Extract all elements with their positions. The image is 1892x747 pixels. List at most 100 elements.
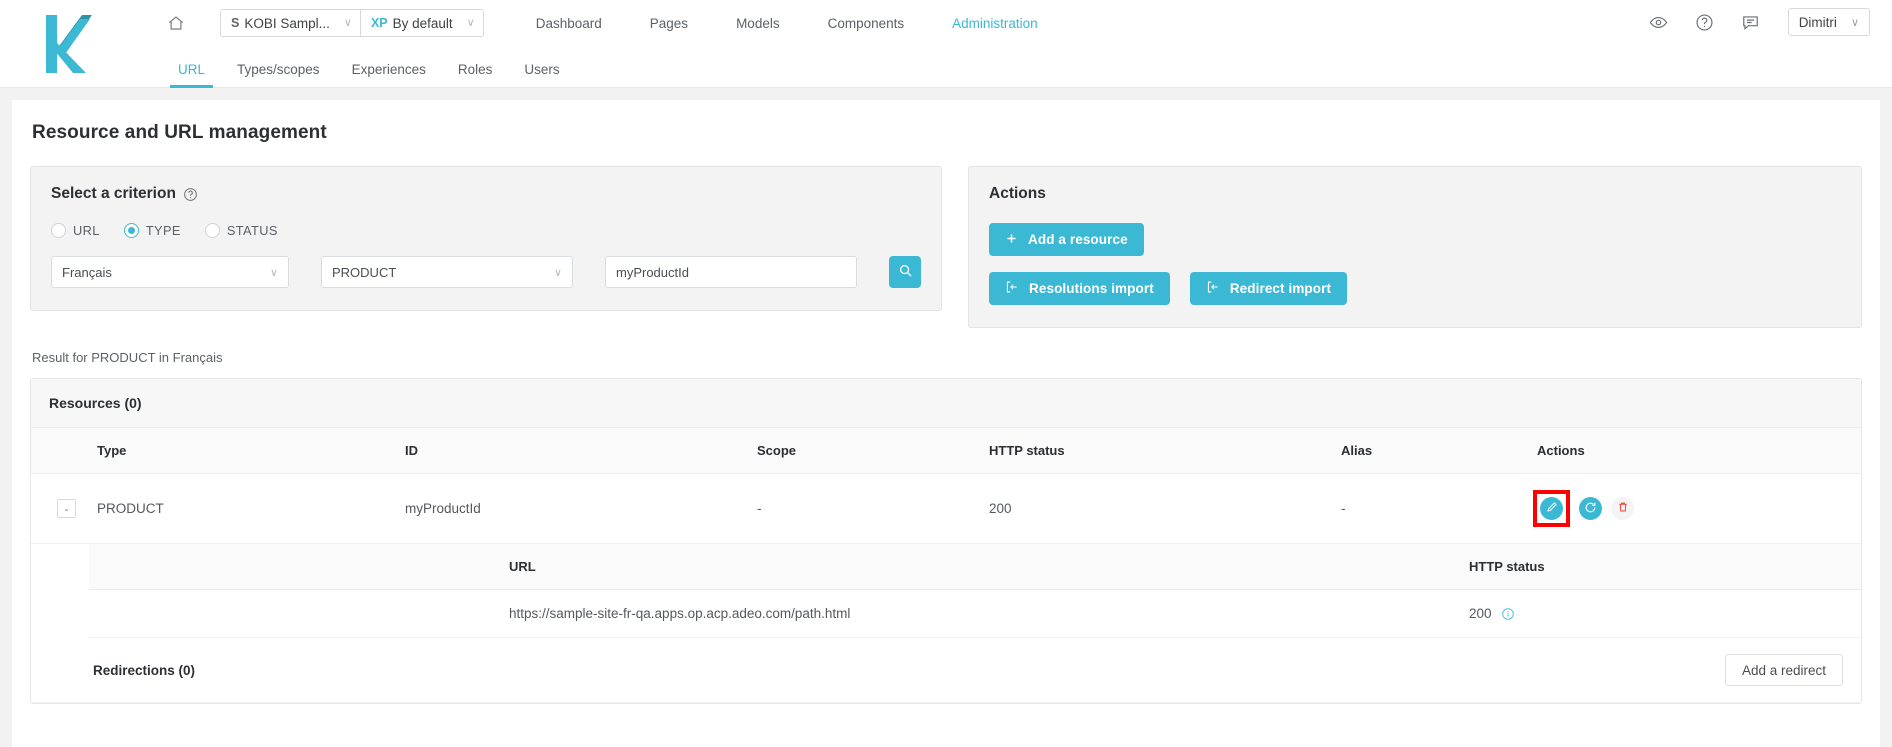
resource-id-value: myProductId	[616, 264, 689, 280]
col-header-http-status: HTTP status	[989, 428, 1341, 474]
criterion-radio-group: URL TYPE STATUS	[51, 223, 921, 238]
actions-row-primary: Add a resource	[989, 223, 1841, 256]
resolutions-import-button[interactable]: Resolutions import	[989, 272, 1170, 305]
radio-url-dot	[51, 223, 66, 238]
radio-status[interactable]: STATUS	[204, 223, 278, 238]
row-actions	[1533, 490, 1861, 527]
row-collapse-toggle[interactable]: -	[57, 499, 76, 518]
url-subtable-header-row: URL HTTP status	[89, 544, 1861, 590]
tab-types-scopes[interactable]: Types/scopes	[221, 62, 336, 88]
chevron-down-icon: ∨	[269, 266, 278, 279]
cell-http-status: 200	[989, 473, 1341, 544]
experience-selector-label: By default	[392, 15, 453, 31]
feedback-icon[interactable]	[1740, 11, 1762, 33]
cell-scope: -	[757, 473, 989, 544]
criterion-filter-row: Français ∨ PRODUCT ∨ myProductId	[51, 256, 921, 288]
top-bar-actions: Dimitri ∨	[1648, 8, 1870, 36]
nav-item-dashboard[interactable]: Dashboard	[512, 16, 626, 31]
plus-icon	[1005, 232, 1018, 248]
table-row: - PRODUCT myProductId - 200 -	[31, 473, 1861, 544]
actions-row-imports: Resolutions import Redirect import	[989, 272, 1841, 305]
eye-icon[interactable]	[1648, 11, 1670, 33]
tab-url[interactable]: URL	[162, 62, 221, 88]
redirect-import-label: Redirect import	[1229, 281, 1332, 296]
col-header-type: Type	[97, 428, 405, 474]
edit-resource-button[interactable]	[1540, 497, 1563, 520]
page-content: Resource and URL management Select a cri…	[12, 100, 1880, 747]
resolutions-import-label: Resolutions import	[1029, 281, 1154, 296]
add-resource-button[interactable]: Add a resource	[989, 223, 1144, 256]
chevron-down-icon: ∨	[343, 16, 352, 29]
actions-heading: Actions	[989, 185, 1841, 203]
col-header-actions: Actions	[1537, 428, 1861, 474]
nav-item-components[interactable]: Components	[804, 16, 929, 31]
site-selector-tag: S	[231, 16, 240, 30]
tab-users[interactable]: Users	[508, 62, 575, 88]
resource-id-input[interactable]: myProductId	[605, 256, 857, 288]
top-bar: S KOBI Sampl... ∨ XP By default ∨ Dashbo…	[0, 0, 1892, 88]
user-name: Dimitri	[1798, 14, 1837, 30]
col-header-scope: Scope	[757, 428, 989, 474]
radio-type-dot	[123, 223, 139, 238]
delete-resource-button[interactable]	[1611, 497, 1634, 520]
resources-card: Resources (0) Type ID Scope HTTP status …	[30, 378, 1862, 704]
search-button[interactable]	[889, 256, 921, 288]
experience-selector[interactable]: XP By default ∨	[359, 10, 483, 36]
app-logo[interactable]	[0, 0, 132, 88]
panels-row: Select a criterion URL TYPE STATUS Franç…	[30, 166, 1862, 328]
info-icon[interactable]	[1501, 607, 1515, 621]
chevron-down-icon: ∨	[553, 266, 562, 279]
resources-table-header-row: Type ID Scope HTTP status Alias Actions	[31, 428, 1861, 474]
nav-item-administration[interactable]: Administration	[928, 16, 1062, 31]
actions-heading-label: Actions	[989, 185, 1046, 202]
col-header-id: ID	[405, 428, 757, 474]
user-menu[interactable]: Dimitri ∨	[1787, 8, 1870, 36]
help-circle-icon[interactable]	[183, 187, 198, 202]
cell-url: https://sample-site-fr-qa.apps.op.acp.ad…	[89, 589, 1469, 638]
language-select[interactable]: Français ∨	[51, 256, 289, 288]
cell-type: PRODUCT	[97, 473, 405, 544]
import-icon	[1206, 280, 1220, 297]
type-select[interactable]: PRODUCT ∨	[321, 256, 573, 288]
url-status-cell: 200	[1469, 606, 1515, 621]
refresh-resource-button[interactable]	[1579, 497, 1602, 520]
radio-type[interactable]: TYPE	[123, 223, 181, 238]
experience-selector-tag: XP	[370, 16, 388, 30]
redirect-import-button[interactable]: Redirect import	[1189, 272, 1348, 305]
nav-item-models[interactable]: Models	[712, 16, 804, 31]
criterion-heading-label: Select a criterion	[51, 185, 176, 202]
col-header-url: URL	[89, 544, 1469, 590]
page-title: Resource and URL management	[32, 122, 327, 143]
search-icon	[898, 263, 913, 281]
home-icon[interactable]	[162, 9, 190, 37]
radio-status-dot	[204, 223, 220, 238]
cell-url-http-status: 200	[1469, 606, 1492, 621]
col-header-toggle	[31, 428, 97, 474]
page-background: Resource and URL management Select a cri…	[0, 88, 1892, 747]
site-selector[interactable]: S KOBI Sampl... ∨	[221, 10, 360, 36]
sub-nav: URL Types/scopes Experiences Roles Users	[132, 46, 1892, 88]
tab-experiences[interactable]: Experiences	[336, 62, 442, 88]
chevron-down-icon: ∨	[1850, 16, 1859, 29]
add-resource-label: Add a resource	[1028, 232, 1128, 247]
resources-heading: Resources (0)	[31, 379, 1861, 428]
col-header-url-http-status: HTTP status	[1469, 544, 1861, 590]
radio-type-label: TYPE	[145, 223, 181, 238]
criterion-panel: Select a criterion URL TYPE STATUS Franç…	[30, 166, 942, 311]
chevron-down-icon: ∨	[466, 16, 475, 29]
radio-url[interactable]: URL	[51, 223, 100, 238]
language-select-value: Français	[62, 264, 112, 280]
import-icon	[1005, 280, 1019, 297]
nav-item-pages[interactable]: Pages	[626, 16, 712, 31]
tab-roles[interactable]: Roles	[442, 62, 509, 88]
edit-button-highlight	[1533, 490, 1570, 527]
redirections-row: Redirections (0) Add a redirect	[31, 638, 1861, 703]
context-selectors: S KOBI Sampl... ∨ XP By default ∨	[220, 9, 484, 37]
help-circle-icon[interactable]	[1694, 11, 1716, 33]
url-table-row: https://sample-site-fr-qa.apps.op.acp.ad…	[89, 589, 1861, 638]
url-subtable: URL HTTP status https://sample-site-fr-q…	[89, 544, 1861, 638]
actions-panel: Actions Add a resource Resolutions impor…	[968, 166, 1862, 328]
site-selector-label: KOBI Sampl...	[244, 15, 330, 31]
col-header-alias: Alias	[1341, 428, 1537, 474]
add-redirect-button[interactable]: Add a redirect	[1724, 654, 1843, 686]
